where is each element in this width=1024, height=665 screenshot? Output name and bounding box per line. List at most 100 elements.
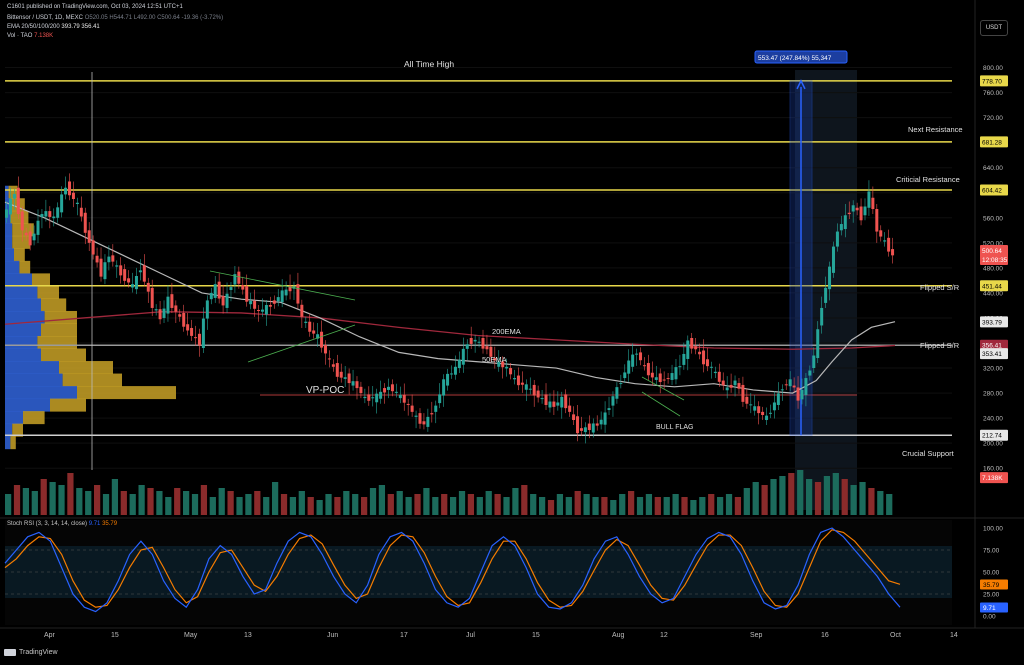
price-label-text: 500.64 (982, 248, 1002, 255)
ath-label: All Time High (404, 59, 454, 69)
candle-body (623, 372, 627, 379)
candle-body (875, 209, 879, 232)
candle-body (383, 388, 387, 393)
tradingview-footer[interactable]: TradingView (4, 649, 58, 656)
vp-blue-bar (5, 323, 41, 337)
volume-bar (565, 497, 572, 515)
candle-body (788, 379, 792, 387)
candle-body (134, 276, 138, 290)
candle-body (863, 206, 867, 216)
volume-bar (414, 494, 421, 515)
candle-body (398, 394, 402, 399)
candle-body (225, 293, 229, 308)
candle-body (658, 373, 662, 383)
candle-body (808, 370, 812, 376)
crucial-support-label: Crucial Support (902, 449, 955, 458)
candle-body (44, 211, 48, 217)
candle-body (320, 331, 324, 348)
vp-blue-bar (5, 248, 14, 262)
candle-body (379, 391, 383, 399)
candle-body (146, 282, 150, 292)
volume-bar (476, 497, 483, 515)
vp-blue-bar (5, 185, 9, 199)
volume-bar (690, 500, 697, 515)
currency-button[interactable]: USDT (980, 20, 1008, 36)
volume-bar (628, 491, 635, 515)
volume-bar (547, 500, 555, 515)
candle-body (619, 383, 623, 385)
x-axis-tick: 14 (950, 632, 958, 639)
vp-poc-label: VP-POC (306, 385, 344, 396)
volume-bar (432, 497, 439, 515)
candle-body (103, 262, 107, 280)
candle-body (48, 211, 52, 217)
price-axis-tick: 320.00 (983, 366, 1003, 373)
candle-body (162, 308, 166, 318)
candle-body (745, 396, 749, 404)
candle-body (71, 192, 75, 199)
price-axis-tick: 760.00 (983, 90, 1003, 97)
candle-body (627, 360, 631, 374)
vp-blue-bar (5, 373, 63, 387)
x-axis-tick: Sep (750, 632, 763, 639)
volume-bar (174, 488, 181, 515)
stoch-label[interactable]: Stoch RSI (3, 3, 14, 14, close) (7, 521, 87, 527)
candle-body (205, 300, 209, 319)
candle-body (532, 384, 536, 396)
candle-body (426, 416, 430, 427)
candle-body (115, 265, 119, 267)
volume-bar (521, 485, 528, 515)
chart-canvas[interactable]: 553.47 (247.84%) 55,347 All Time High Next… (0, 0, 1024, 665)
price-axis-tick: 440.00 (983, 290, 1003, 297)
vp-gold-bar (10, 436, 16, 450)
candle-body (721, 380, 725, 386)
x-axis-tick: Jun (327, 632, 338, 639)
candle-body (158, 309, 162, 320)
candle-body (312, 330, 316, 334)
symbol-name[interactable]: Bittensor / USDT, 1D, MEXC (7, 15, 83, 21)
candle-body (509, 368, 513, 375)
candle-body (284, 289, 288, 296)
candle-body (513, 378, 517, 380)
price-axis-tick: 240.00 (983, 416, 1003, 423)
candle-body (591, 423, 595, 433)
volume-bar (868, 488, 875, 515)
candle-body (576, 416, 580, 434)
volume-bar (387, 494, 394, 515)
ema-label[interactable]: EMA 20/50/100/200 (7, 24, 60, 30)
ema50-label: 50EMA (482, 355, 507, 364)
candle-body (564, 394, 568, 409)
candle-body (24, 232, 28, 236)
volume-bar (22, 488, 30, 515)
volume-bar (138, 485, 145, 515)
candle-body (264, 305, 268, 315)
candle-body (394, 391, 398, 393)
candle-body (587, 423, 591, 431)
candle-body (245, 285, 249, 302)
candle-body (241, 284, 245, 290)
x-axis-tick: May (184, 632, 198, 639)
candle-body (87, 230, 91, 243)
candle-body (690, 337, 694, 349)
candle-body (796, 387, 800, 401)
volume-bar (49, 482, 56, 515)
candle-body (702, 350, 706, 365)
candle-body (666, 378, 670, 380)
volume-bar (859, 482, 866, 515)
volume-bar (556, 494, 564, 515)
candle-body (705, 359, 709, 367)
candle-body (217, 281, 221, 299)
tradingview-brand: TradingView (19, 649, 58, 656)
volume-bar (814, 482, 822, 515)
candle-body (12, 193, 16, 199)
candle-body (434, 405, 438, 412)
candle-body (213, 284, 217, 298)
volume-bar (654, 497, 661, 515)
candle-body (20, 211, 24, 231)
x-axis-tick: 17 (400, 632, 408, 639)
vol-label[interactable]: Vol · TAO (7, 33, 32, 39)
next-resistance-label: Next Resistance (908, 125, 963, 134)
price-label-text: 451.44 (982, 283, 1002, 290)
volume-bar (806, 479, 813, 515)
candle-body (682, 353, 686, 365)
